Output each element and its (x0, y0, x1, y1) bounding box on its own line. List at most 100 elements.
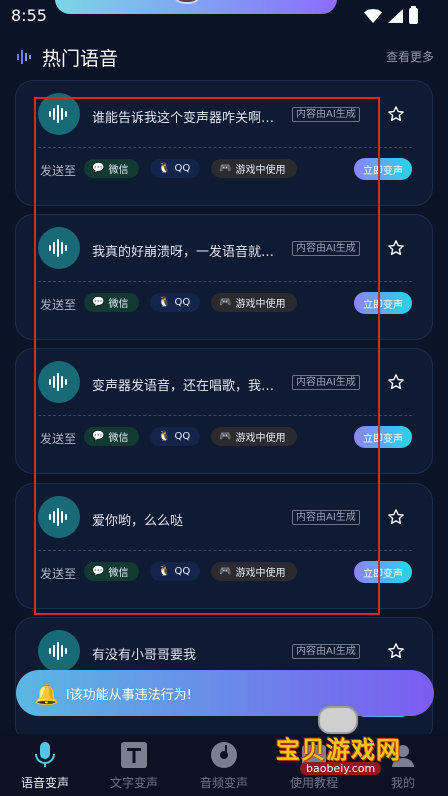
game-label: 游戏中使用 (235, 433, 286, 444)
send-game-button[interactable]: 🎮 游戏中使用 (211, 293, 297, 312)
soundwave-icon (17, 50, 31, 64)
send-wechat-button[interactable]: 💬 微信 (84, 159, 139, 178)
ai-generated-tag: 内容由AI生成 (292, 107, 360, 122)
nav-label: 文字变声 (109, 776, 158, 790)
nav-audio-change[interactable]: 音频变声 (184, 740, 264, 791)
soundwave-icon (49, 642, 67, 660)
nav-label: 音频变声 (199, 776, 248, 790)
music-disc-icon (211, 742, 237, 768)
voice-title: 爱你哟，么么哒 (92, 514, 184, 529)
game-label: 游戏中使用 (235, 165, 286, 176)
game-label: 游戏中使用 (235, 568, 286, 579)
send-game-button[interactable]: 🎮 游戏中使用 (211, 427, 297, 446)
ai-generated-tag: 内容由AI生成 (292, 375, 360, 390)
voice-title: 我真的好崩溃呀，一发语音就… (92, 245, 275, 260)
voice-title: 变声器发语音，还在唱歌，我… (92, 379, 275, 394)
convert-now-button[interactable]: 立即变声 (354, 158, 412, 180)
voice-card[interactable]: 我真的好崩溃呀，一发语音就… 内容由AI生成 发送至 💬 微信 🐧 QQ 🎮 游… (15, 214, 433, 340)
send-to-label: 发送至 (40, 298, 77, 312)
star-icon[interactable] (387, 373, 405, 391)
status-icons (364, 6, 418, 24)
wifi-icon (364, 9, 382, 23)
voice-card[interactable]: 爱你哟，么么哒 内容由AI生成 发送至 💬 微信 🐧 QQ 🎮 游戏中使用 立即… (15, 483, 433, 609)
nav-voice-change[interactable]: 语音变声 (5, 740, 85, 791)
watermark-logo: 宝贝游戏网 baobeiy.com (276, 704, 446, 776)
send-qq-button[interactable]: 🐧 QQ (150, 159, 200, 178)
gamepad-icon: 🎮 (219, 566, 232, 577)
signal-icon (388, 9, 403, 23)
view-more-link[interactable]: 查看更多 (386, 48, 434, 65)
convert-now-button[interactable]: 立即变声 (354, 426, 412, 448)
section-header: 热门语音 查看更多 (16, 44, 436, 70)
star-icon[interactable] (387, 508, 405, 526)
watermark-url: baobeiy.com (300, 762, 382, 775)
gamepad-icon: 🎮 (219, 163, 232, 174)
qq-icon: 🐧 (158, 297, 171, 308)
send-wechat-button[interactable]: 💬 微信 (84, 562, 139, 581)
card-divider (38, 147, 412, 148)
voice-avatar-icon[interactable] (38, 630, 80, 672)
gamepad-icon: 🎮 (219, 297, 232, 308)
microphone-icon (35, 742, 55, 767)
voice-title: 谁能告诉我这个变声器咋关啊… (92, 111, 275, 126)
voice-card[interactable]: 变声器发语音，还在唱歌，我… 内容由AI生成 发送至 💬 微信 🐧 QQ 🎮 游… (15, 348, 433, 474)
wechat-icon: 💬 (92, 297, 105, 308)
text-t-icon (121, 742, 147, 768)
qq-icon: 🐧 (158, 431, 171, 442)
voice-avatar-icon[interactable] (38, 496, 80, 538)
card-divider (38, 415, 412, 416)
wechat-icon: 💬 (92, 431, 105, 442)
card-divider (38, 550, 412, 551)
nav-text-change[interactable]: 文字变声 (94, 740, 174, 791)
nav-label: 语音变声 (20, 776, 69, 790)
send-qq-button[interactable]: 🐧 QQ (150, 562, 200, 581)
qq-label: QQ (174, 163, 191, 174)
wechat-label: 微信 (108, 299, 129, 310)
wechat-label: 微信 (108, 433, 129, 444)
send-to-label: 发送至 (40, 432, 77, 446)
soundwave-icon (49, 105, 67, 123)
qq-icon: 🐧 (158, 163, 171, 174)
star-icon[interactable] (387, 105, 405, 123)
voice-title: 有没有小哥哥要我 (92, 648, 197, 663)
game-label: 游戏中使用 (235, 299, 286, 310)
star-icon[interactable] (387, 239, 405, 257)
voice-avatar-icon[interactable] (38, 93, 80, 135)
soundwave-icon (49, 508, 67, 526)
qq-label: QQ (174, 566, 191, 577)
wechat-label: 微信 (108, 568, 129, 579)
voice-avatar-icon[interactable] (38, 361, 80, 403)
wechat-label: 微信 (108, 165, 129, 176)
voice-card[interactable]: 谁能告诉我这个变声器咋关啊… 内容由AI生成 发送至 💬 微信 🐧 QQ 🎮 游… (15, 80, 433, 206)
send-wechat-button[interactable]: 💬 微信 (84, 293, 139, 312)
convert-now-button[interactable]: 立即变声 (354, 561, 412, 583)
ai-generated-tag: 内容由AI生成 (292, 510, 360, 525)
nav-label: 使用教程 (289, 776, 338, 790)
send-game-button[interactable]: 🎮 游戏中使用 (211, 159, 297, 178)
status-bar: 8:55 (0, 0, 448, 32)
send-to-label: 发送至 (40, 164, 77, 178)
qq-label: QQ (174, 431, 191, 442)
send-qq-button[interactable]: 🐧 QQ (150, 427, 200, 446)
nav-label: 我的 (390, 776, 415, 790)
send-to-label: 发送至 (40, 567, 77, 581)
wechat-icon: 💬 (92, 163, 105, 174)
send-wechat-button[interactable]: 💬 微信 (84, 427, 139, 446)
star-icon[interactable] (387, 642, 405, 660)
section-title: 热门语音 (42, 48, 119, 70)
wechat-icon: 💬 (92, 566, 105, 577)
ai-generated-tag: 内容由AI生成 (292, 644, 360, 659)
watermark-text: 宝贝游戏网 (276, 736, 401, 764)
qq-label: QQ (174, 297, 191, 308)
gamepad-icon: 🎮 (219, 431, 232, 442)
bell-icon: 🔔 (34, 682, 59, 706)
soundwave-icon (49, 239, 67, 257)
voice-avatar-icon[interactable] (38, 227, 80, 269)
card-divider (38, 281, 412, 282)
convert-now-button[interactable]: 立即变声 (354, 292, 412, 314)
ai-generated-tag: 内容由AI生成 (292, 241, 360, 256)
send-game-button[interactable]: 🎮 游戏中使用 (211, 562, 297, 581)
send-qq-button[interactable]: 🐧 QQ (150, 293, 200, 312)
toast-text: l该功能从事违法行为! (66, 688, 192, 703)
battery-icon (409, 6, 418, 24)
